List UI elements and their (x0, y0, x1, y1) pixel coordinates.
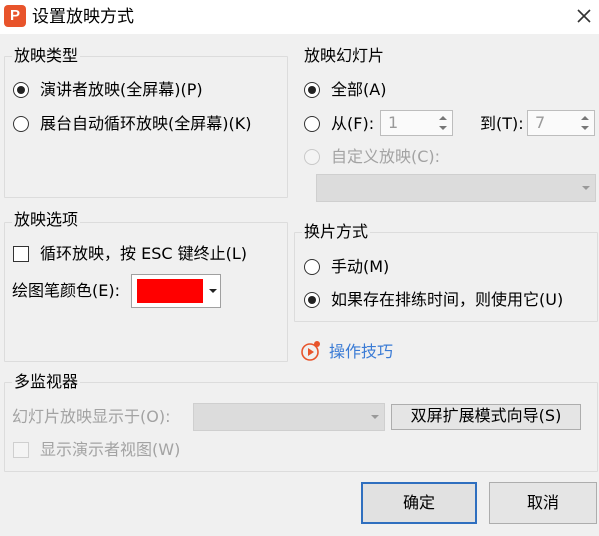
monitors-legend: 多监视器 (12, 372, 81, 392)
manual-advance-radio[interactable] (304, 259, 320, 275)
to-slide-label: 到(T): (480, 114, 524, 133)
kiosk-mode-radio[interactable] (13, 116, 29, 132)
from-slide-spinner[interactable]: 1 (380, 110, 453, 136)
timing-advance-label[interactable]: 如果存在排练时间，则使用它(U) (331, 290, 563, 310)
chevron-down-icon (209, 289, 217, 293)
display-on-select[interactable] (193, 403, 385, 431)
manual-advance-label[interactable]: 手动(M) (331, 257, 389, 277)
pen-color-picker[interactable] (131, 274, 221, 308)
kiosk-mode-label[interactable]: 展台自动循环放映(全屏幕)(K) (40, 114, 251, 134)
custom-show-label: 自定义放映(C): (331, 147, 441, 166)
loop-show-label[interactable]: 循环放映，按 ESC 键终止(L) (40, 244, 247, 264)
cancel-button[interactable]: 取消 (489, 482, 597, 524)
from-slide-value: 1 (388, 113, 399, 132)
loop-show-checkbox[interactable] (13, 246, 29, 262)
close-icon (577, 9, 591, 23)
timing-advance-radio[interactable] (304, 292, 320, 308)
custom-show-radio[interactable] (304, 149, 320, 165)
pen-color-label: 绘图笔颜色(E): (12, 281, 120, 300)
advance-legend: 换片方式 (302, 222, 371, 242)
to-slide-spinner[interactable]: 7 (527, 110, 595, 136)
custom-show-select[interactable] (316, 174, 596, 202)
app-logo-icon: P (4, 5, 26, 27)
to-slide-value: 7 (535, 113, 546, 132)
close-button[interactable] (572, 4, 596, 28)
options-legend: 放映选项 (12, 210, 81, 230)
slides-legend: 放映幻灯片 (304, 46, 385, 66)
display-on-label: 幻灯片放映显示于(O): (12, 407, 171, 426)
from-slide-radio[interactable] (304, 116, 320, 132)
presenter-view-label: 显示演示者视图(W) (40, 440, 181, 459)
from-slide-label[interactable]: 从(F): (331, 114, 374, 134)
all-slides-label[interactable]: 全部(A) (331, 80, 386, 100)
pen-color-swatch (137, 279, 203, 303)
tips-icon (301, 341, 320, 361)
ok-button[interactable]: 确定 (361, 482, 477, 524)
spinner-arrows-icon (581, 116, 589, 130)
presenter-mode-radio[interactable] (13, 82, 29, 98)
all-slides-radio[interactable] (304, 82, 320, 98)
presenter-view-checkbox[interactable] (13, 442, 29, 458)
chevron-down-icon (371, 415, 379, 419)
chevron-down-icon (582, 186, 590, 190)
tips-link[interactable]: 操作技巧 (329, 342, 393, 362)
presenter-mode-label[interactable]: 演讲者放映(全屏幕)(P) (40, 80, 203, 100)
window-title: 设置放映方式 (32, 7, 134, 27)
show-type-legend: 放映类型 (12, 46, 81, 66)
dual-screen-wizard-button[interactable]: 双屏扩展模式向导(S) (391, 404, 581, 430)
spinner-arrows-icon (439, 116, 447, 130)
